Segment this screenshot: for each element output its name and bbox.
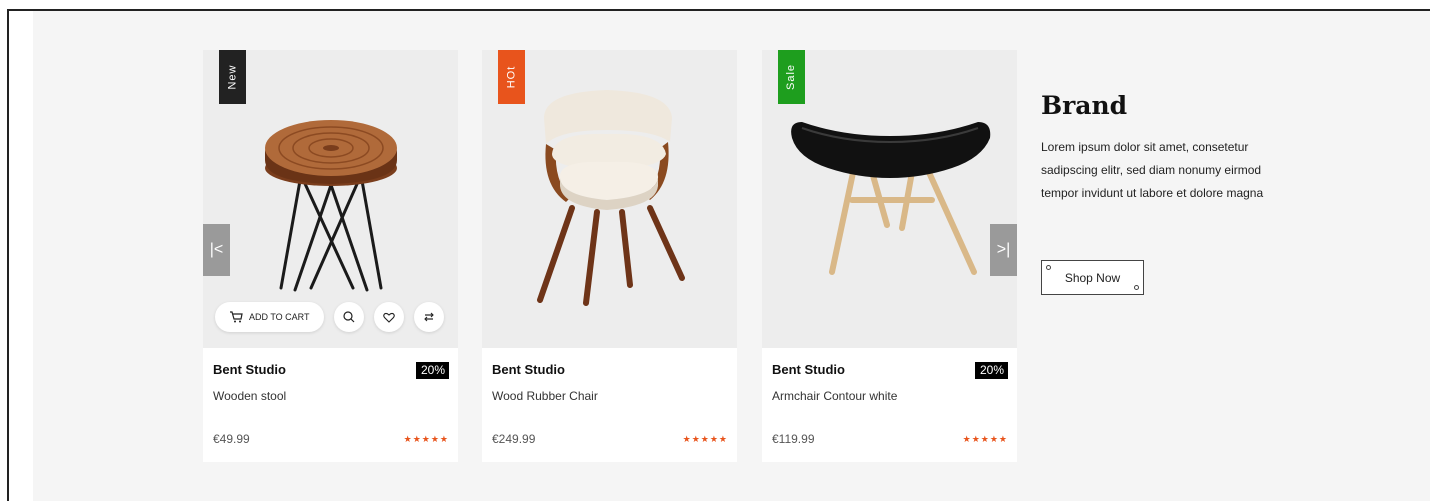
add-to-cart-button[interactable]: ADD TO CART <box>215 302 324 332</box>
product-brand[interactable]: Bent Studio <box>772 362 845 377</box>
product-price: €249.99 <box>492 432 536 446</box>
tag-label: Sale <box>785 63 798 91</box>
new-tag: New <box>219 50 246 104</box>
compare-icon <box>423 312 434 322</box>
product-name[interactable]: Wooden stool <box>213 389 286 403</box>
wishlist-button[interactable] <box>373 302 404 332</box>
product-image[interactable]: HOt <box>482 50 737 348</box>
add-to-cart-label: ADD TO CART <box>249 312 310 322</box>
next-icon: >| <box>996 241 1011 258</box>
product-brand[interactable]: Bent Studio <box>213 362 286 377</box>
heart-icon <box>382 312 395 323</box>
hot-tag: HOt <box>498 50 525 104</box>
quick-view-button[interactable] <box>333 302 364 332</box>
product-brand[interactable]: Bent Studio <box>492 362 565 377</box>
product-info: Bent Studio 20% Wooden stool €49.99 ★★★★… <box>203 348 458 462</box>
rating-stars: ★★★★★ <box>962 434 1008 444</box>
promo-title: Brand <box>1041 91 1128 120</box>
discount-badge: 20% <box>974 362 1008 379</box>
brand-promo: Brand Lorem ipsum dolor sit amet, conset… <box>1041 91 1301 295</box>
discount-badge: 20% <box>415 362 449 379</box>
cart-icon <box>230 311 243 323</box>
tag-label: HOt <box>505 65 518 89</box>
product-card[interactable]: HOt Bent Studio Wood Rubber Chair €249.9… <box>482 50 737 462</box>
product-price: €49.99 <box>213 432 250 446</box>
product-info: Bent Studio 20% Armchair Contour white €… <box>762 348 1017 462</box>
product-image[interactable]: New |< ADD TO CART <box>203 50 458 348</box>
shop-now-button[interactable]: Shop Now <box>1041 260 1144 295</box>
promo-text: Lorem ipsum dolor sit amet, consetetur s… <box>1041 140 1264 200</box>
product-info: Bent Studio Wood Rubber Chair €249.99 ★★… <box>482 348 737 462</box>
shop-now-label: Shop Now <box>1064 270 1121 285</box>
product-card[interactable]: Sale >| Bent Studio 20% Armchair Contour… <box>762 50 1017 462</box>
corner-dot-icon <box>1134 285 1139 290</box>
product-name[interactable]: Armchair Contour white <box>772 389 897 403</box>
sale-tag: Sale <box>778 50 805 104</box>
compare-button[interactable] <box>413 302 444 332</box>
product-price: €119.99 <box>772 432 815 446</box>
product-card[interactable]: New |< ADD TO CART Bent Studio 20% Woode… <box>203 50 458 462</box>
prev-icon: |< <box>209 241 224 258</box>
corner-dot-icon <box>1046 265 1051 270</box>
product-name[interactable]: Wood Rubber Chair <box>492 389 598 403</box>
rating-stars: ★★★★★ <box>403 434 449 444</box>
carousel-next-button[interactable]: >| <box>990 224 1017 276</box>
search-icon <box>342 311 354 323</box>
rating-stars: ★★★★★ <box>682 434 728 444</box>
carousel-prev-button[interactable]: |< <box>203 224 230 276</box>
hover-actions: ADD TO CART <box>215 302 444 332</box>
tag-label: New <box>226 64 239 90</box>
product-image[interactable]: Sale >| <box>762 50 1017 348</box>
